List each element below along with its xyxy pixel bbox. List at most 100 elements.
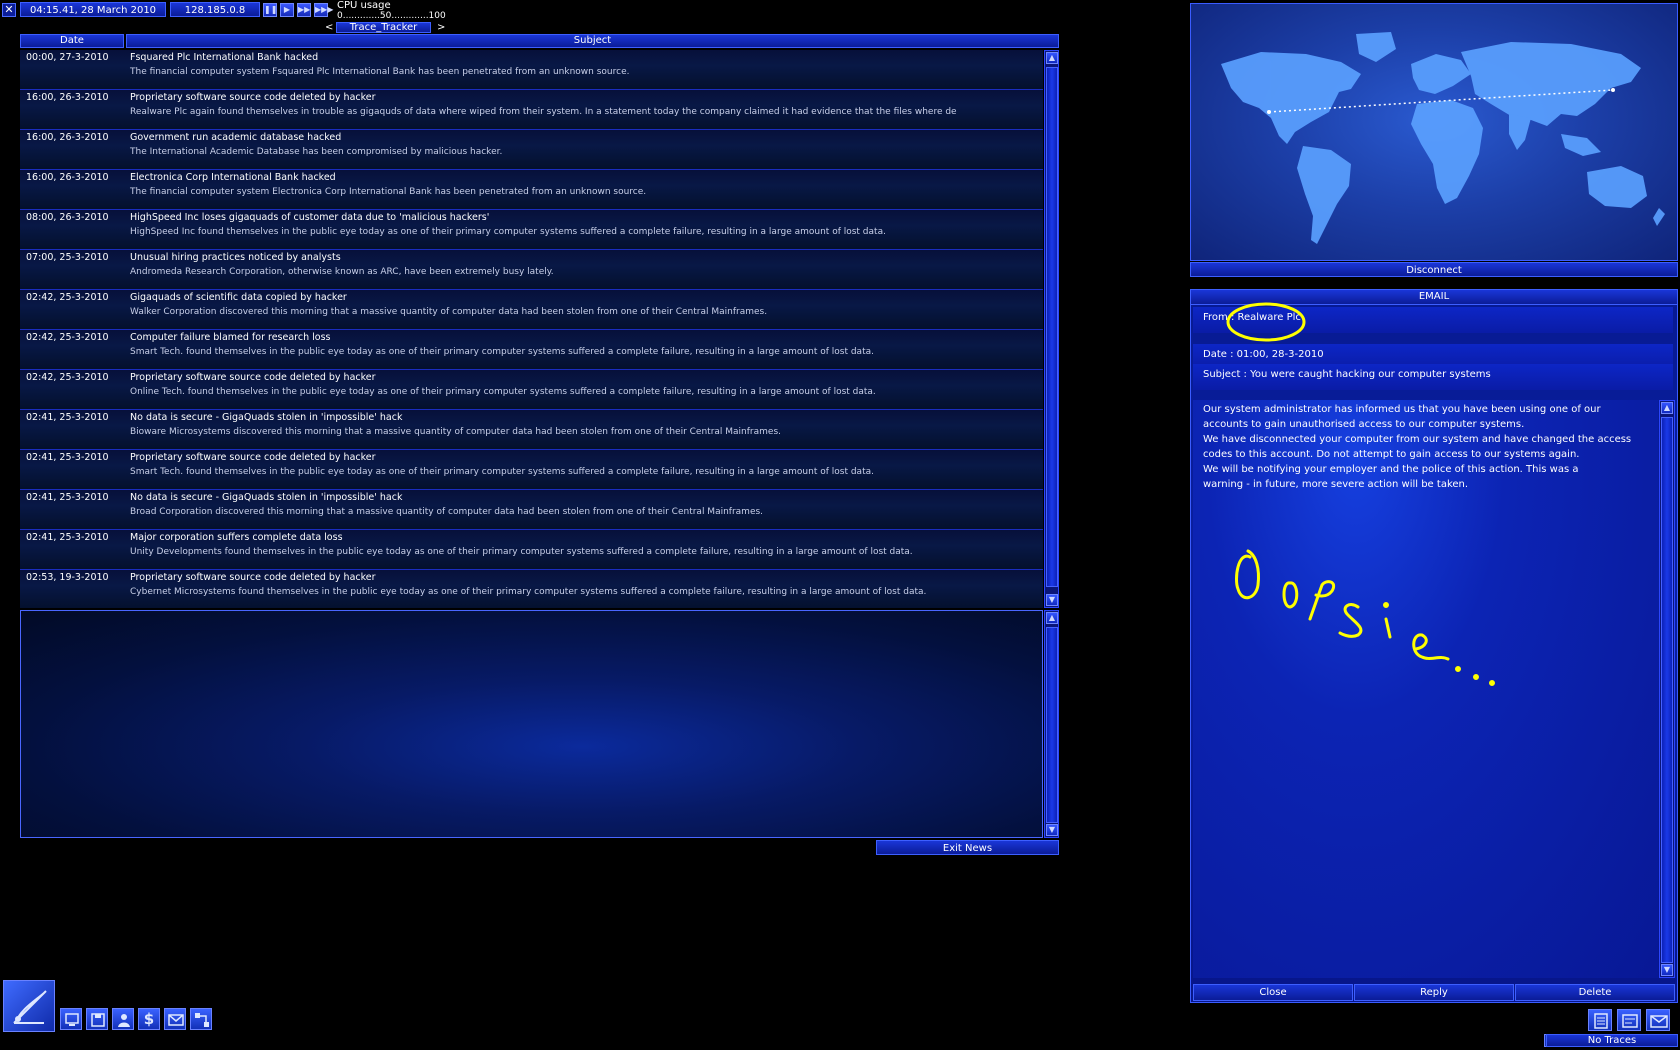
news-date: 16:00, 26-3-2010 — [26, 92, 109, 103]
handwriting-letter-o2 — [1282, 581, 1299, 609]
save-disk-icon[interactable] — [86, 1008, 108, 1030]
news-title: No data is secure - GigaQuads stolen in … — [130, 412, 403, 423]
scroll-up-icon[interactable]: ▲ — [1046, 52, 1058, 64]
pause-icon[interactable]: ❚❚ — [263, 3, 277, 17]
scroll-down-icon[interactable]: ▼ — [1046, 824, 1058, 836]
news-summary: Online Tech. found themselves in the pub… — [130, 387, 876, 397]
email-scroll-thumb[interactable] — [1661, 417, 1673, 963]
trace-tracker-button[interactable]: Trace_Tracker — [336, 22, 431, 33]
memory-banks-icon[interactable] — [1588, 1009, 1612, 1031]
handwriting-dot — [1489, 680, 1495, 686]
news-row[interactable]: 16:00, 26-3-2010 Government run academic … — [20, 130, 1043, 170]
news-summary: Smart Tech. found themselves in the publ… — [130, 347, 874, 357]
news-column-date[interactable]: Date — [20, 34, 124, 48]
news-row[interactable]: 02:42, 25-3-2010 Gigaquads of scientific … — [20, 290, 1043, 330]
local-ip-address: 128.185.0.8 — [170, 2, 260, 17]
news-title: No data is secure - GigaQuads stolen in … — [130, 492, 403, 503]
news-date: 02:41, 25-3-2010 — [26, 412, 109, 423]
news-list: 00:00, 27-3-2010 Fsquared Plc Internation… — [20, 50, 1043, 608]
play-icon[interactable]: ▶ — [280, 3, 294, 17]
news-row[interactable]: 07:00, 25-3-2010 Unusual hiring practices… — [20, 250, 1043, 290]
news-summary: The financial computer system Electronic… — [130, 187, 647, 197]
person-icon[interactable] — [112, 1008, 134, 1030]
status-panel-icon[interactable] — [1617, 1009, 1641, 1031]
news-title: Fsquared Plc International Bank hacked — [130, 52, 319, 63]
handwriting-letter-p — [1308, 580, 1336, 621]
southeast-asia-shape — [1561, 134, 1601, 156]
network-icon[interactable] — [190, 1008, 212, 1030]
trace-prev-button[interactable]: < — [325, 22, 333, 33]
world-map[interactable] — [1190, 3, 1678, 261]
detail-scroll-thumb[interactable] — [1046, 627, 1058, 823]
sender-highlight-circle — [1226, 302, 1306, 342]
news-summary: Broad Corporation discovered this mornin… — [130, 507, 764, 517]
news-summary: Andromeda Research Corporation, otherwis… — [130, 267, 554, 277]
news-row[interactable]: 02:41, 25-3-2010 No data is secure - Giga… — [20, 410, 1043, 450]
news-title: Gigaquads of scientific data copied by h… — [130, 292, 347, 303]
news-row[interactable]: 02:53, 19-3-2010 Proprietary software sou… — [20, 570, 1043, 608]
cpu-usage-scale: 0.............50.............100 — [337, 11, 446, 21]
fast-forward-icon[interactable]: ▶▶ — [297, 3, 311, 17]
africa-shape — [1411, 100, 1483, 204]
close-icon[interactable]: ✕ — [2, 3, 16, 17]
exit-news-button[interactable]: Exit News — [876, 840, 1059, 855]
handwriting-letter-e — [1412, 633, 1450, 661]
news-date: 00:00, 27-3-2010 — [26, 52, 109, 63]
scroll-down-icon[interactable]: ▼ — [1046, 594, 1058, 606]
origin-node-dot — [1267, 110, 1271, 114]
email-inbox-icon[interactable] — [1646, 1009, 1670, 1031]
news-row[interactable]: 02:41, 25-3-2010 Major corporation suffer… — [20, 530, 1043, 570]
news-date: 02:53, 19-3-2010 — [26, 572, 109, 583]
news-date: 02:41, 25-3-2010 — [26, 452, 109, 463]
email-reply-button[interactable]: Reply — [1354, 984, 1514, 1001]
gateway-logo-icon[interactable] — [3, 980, 55, 1032]
handwriting-letter-o1 — [1235, 549, 1260, 600]
dollar-icon[interactable]: $ — [138, 1008, 160, 1030]
news-summary: Walker Corporation discovered this morni… — [130, 307, 768, 317]
news-title: Proprietary software source code deleted… — [130, 92, 376, 103]
news-summary: The financial computer system Fsquared P… — [130, 67, 630, 77]
news-row[interactable]: 00:00, 27-3-2010 Fsquared Plc Internation… — [20, 50, 1043, 90]
news-date: 02:41, 25-3-2010 — [26, 492, 109, 503]
news-row[interactable]: 16:00, 26-3-2010 Electronica Corp Interna… — [20, 170, 1043, 210]
scroll-up-icon[interactable]: ▲ — [1046, 612, 1058, 624]
news-row[interactable]: 02:41, 25-3-2010 Proprietary software sou… — [20, 450, 1043, 490]
news-summary: Bioware Microsystems discovered this mor… — [130, 427, 782, 437]
news-date: 02:42, 25-3-2010 — [26, 332, 109, 343]
news-title: Proprietary software source code deleted… — [130, 452, 376, 463]
fastest-forward-icon[interactable]: ▶▶▶ — [314, 3, 333, 17]
news-row[interactable]: 02:42, 25-3-2010 Proprietary software sou… — [20, 370, 1043, 410]
news-title: Major corporation suffers complete data … — [130, 532, 343, 543]
scroll-up-icon[interactable]: ▲ — [1661, 402, 1673, 414]
handwriting-i-dot — [1383, 602, 1389, 608]
news-row[interactable]: 02:41, 25-3-2010 No data is secure - Giga… — [20, 490, 1043, 530]
computer-icon[interactable] — [60, 1008, 82, 1030]
game-clock: 04:15.41, 28 March 2010 — [20, 2, 166, 17]
email-body-scrollbar[interactable]: ▲ ▼ — [1659, 400, 1675, 978]
news-row[interactable]: 16:00, 26-3-2010 Proprietary software sou… — [20, 90, 1043, 130]
news-date: 02:42, 25-3-2010 — [26, 292, 109, 303]
target-node-dot — [1611, 88, 1615, 92]
news-title: HighSpeed Inc loses gigaquads of custome… — [130, 212, 490, 223]
news-summary: Cybernet Microsystems found themselves i… — [130, 587, 927, 597]
news-row[interactable]: 08:00, 26-3-2010 HighSpeed Inc loses giga… — [20, 210, 1043, 250]
email-close-button[interactable]: Close — [1193, 984, 1353, 1001]
news-detail-scrollbar[interactable]: ▲ ▼ — [1044, 610, 1059, 838]
news-date: 02:42, 25-3-2010 — [26, 372, 109, 383]
mail-envelope-icon[interactable] — [164, 1008, 186, 1030]
scroll-down-icon[interactable]: ▼ — [1661, 964, 1673, 976]
trace-next-button[interactable]: > — [437, 22, 445, 33]
greenland-shape — [1356, 32, 1396, 62]
news-date: 02:41, 25-3-2010 — [26, 532, 109, 543]
news-title: Proprietary software source code deleted… — [130, 572, 376, 583]
news-summary: Unity Developments found themselves in t… — [130, 547, 913, 557]
disconnect-button[interactable]: Disconnect — [1190, 262, 1678, 277]
india-shape — [1509, 114, 1531, 150]
news-row[interactable]: 02:42, 25-3-2010 Computer failure blamed … — [20, 330, 1043, 370]
news-list-scrollbar[interactable]: ▲ ▼ — [1044, 50, 1059, 608]
north-america-shape — [1221, 52, 1361, 144]
trace-status: No Traces — [1546, 1034, 1678, 1047]
email-delete-button[interactable]: Delete — [1515, 984, 1675, 1001]
news-column-subject[interactable]: Subject — [126, 34, 1059, 48]
news-scroll-thumb[interactable] — [1046, 67, 1058, 587]
